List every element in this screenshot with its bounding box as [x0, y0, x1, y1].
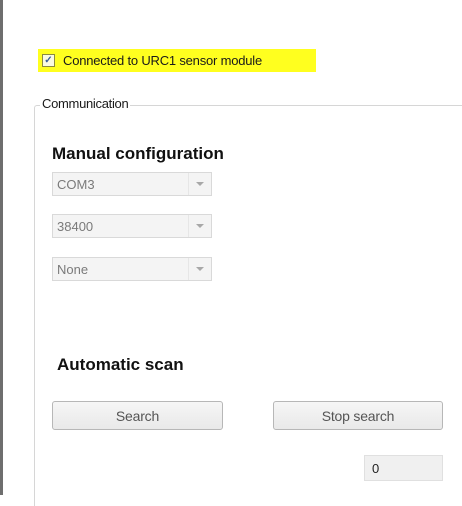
communication-groupbox — [34, 105, 462, 506]
parity-select[interactable]: None — [52, 257, 212, 281]
window-left-edge — [0, 0, 3, 495]
connection-status: ✓ Connected to URC1 sensor module — [38, 49, 316, 72]
stop-search-button[interactable]: Stop search — [273, 401, 443, 430]
baud-rate-value: 38400 — [57, 218, 94, 234]
connection-status-label: Connected to URC1 sensor module — [63, 53, 263, 68]
chevron-down-icon — [196, 267, 204, 271]
port-select[interactable]: COM3 — [52, 172, 212, 196]
found-count-field: 0 — [364, 455, 443, 481]
baud-rate-dropdown-button[interactable] — [188, 215, 211, 237]
port-dropdown-button[interactable] — [188, 173, 211, 195]
chevron-down-icon — [196, 182, 204, 186]
check-icon: ✓ — [44, 54, 53, 66]
chevron-down-icon — [196, 224, 204, 228]
port-value: COM3 — [57, 176, 95, 192]
search-button[interactable]: Search — [52, 401, 223, 430]
parity-dropdown-button[interactable] — [188, 258, 211, 280]
parity-value: None — [57, 261, 89, 277]
connected-checkbox[interactable]: ✓ — [42, 54, 55, 67]
communication-legend: Communication — [40, 96, 131, 111]
automatic-scan-title: Automatic scan — [57, 355, 184, 374]
manual-configuration-title: Manual configuration — [52, 144, 224, 163]
baud-rate-select[interactable]: 38400 — [52, 214, 212, 238]
